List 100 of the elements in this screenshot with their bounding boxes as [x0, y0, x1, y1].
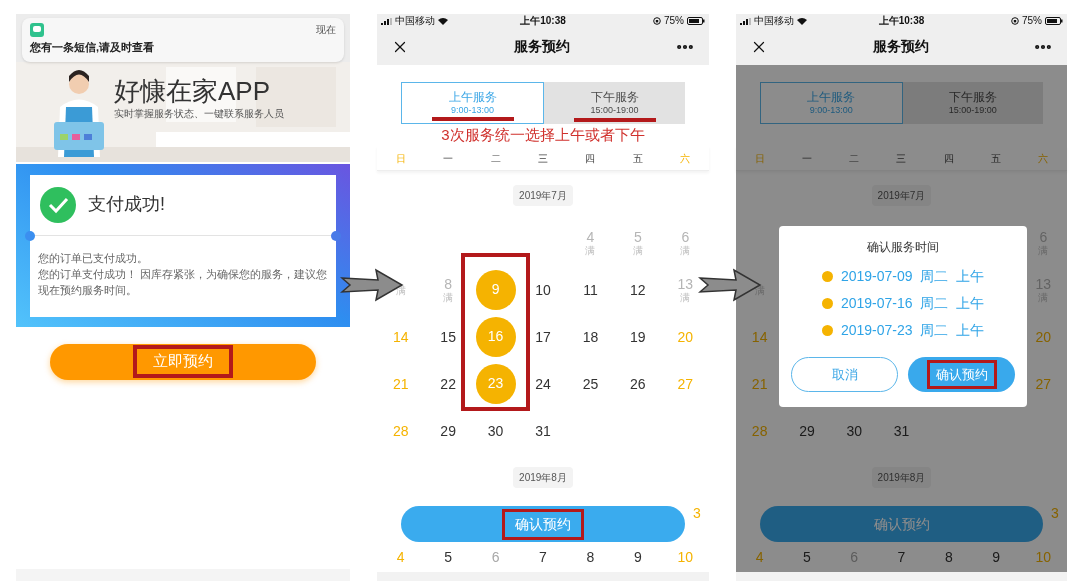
calendar-day[interactable]: 11: [583, 282, 598, 297]
calendar-day[interactable]: 10: [535, 282, 551, 297]
calendar-day[interactable]: 13: [677, 276, 694, 291]
calendar-day[interactable]: 28: [751, 423, 768, 438]
time-tab[interactable]: 上午服务 9:00-13:00: [401, 82, 544, 124]
calendar-day[interactable]: 7: [539, 550, 547, 564]
time-tab[interactable]: 上午服务 9:00-13:00: [760, 82, 903, 124]
weekday-label: 日: [394, 151, 407, 166]
carrier-name: 中国移动: [754, 16, 794, 26]
full-label: 满: [680, 292, 691, 303]
confirm-button[interactable]: 确认预约: [401, 506, 685, 542]
page-title: 服务预约: [514, 37, 570, 56]
calendar-day[interactable]: 18: [582, 329, 599, 344]
calendar-day[interactable]: 12: [630, 282, 646, 297]
weekday-label: 四: [584, 151, 597, 166]
page-title: 服务预约: [872, 37, 929, 56]
month-label: 2019年7月: [871, 184, 932, 206]
calendar-day[interactable]: 27: [677, 376, 694, 391]
calendar-day[interactable]: 4: [396, 550, 405, 564]
calendar-day[interactable]: 17: [535, 329, 551, 344]
weekday-label: 五: [990, 151, 1003, 166]
calendar-day[interactable]: 19: [630, 329, 646, 344]
calendar-day[interactable]: 20: [1035, 329, 1052, 344]
calendar-day[interactable]: 14: [392, 329, 409, 344]
calendar-day[interactable]: 25: [582, 376, 599, 391]
calendar-day[interactable]: 26: [630, 376, 646, 391]
calendar-day[interactable]: 31: [893, 423, 910, 438]
calendar-day[interactable]: 24: [535, 376, 551, 391]
banner-subtitle: 实时掌握服务状态、一键联系服务人员: [114, 106, 285, 121]
wifi-icon: [797, 17, 807, 25]
full-label: 满: [680, 245, 691, 256]
weekday-label: 三: [895, 151, 908, 166]
notification-text: 您有一条短信,请及时查看: [30, 40, 156, 55]
calendar-day[interactable]: 9: [992, 550, 1000, 564]
time-tab[interactable]: 下午服务 15:00-19:00: [544, 82, 685, 124]
clock-time: 上午10:38: [520, 16, 566, 26]
result-message: 您的订单支付成功！ 因库存紧张，为确保您的服务，建议您现在预约服务时间。: [38, 266, 328, 298]
calendar-day[interactable]: 6: [681, 229, 690, 244]
service-time: 2019-07-16 周二 上午: [840, 294, 985, 313]
annotation-note: 3次服务统一选择上午或者下午: [440, 125, 646, 145]
calendar-day[interactable]: 30: [846, 423, 862, 438]
battery-percent: 75%: [1021, 16, 1042, 26]
calendar-day[interactable]: 28: [392, 423, 409, 438]
month-label: 2019年8月: [513, 466, 573, 488]
calendar-day[interactable]: 8: [944, 550, 953, 564]
calendar-day[interactable]: 31: [535, 423, 551, 438]
calendar-day[interactable]: 22: [440, 376, 456, 391]
calendar-day[interactable]: 8: [444, 276, 453, 291]
calendar-day[interactable]: 27: [1035, 376, 1052, 391]
weekday-label: 六: [679, 151, 692, 166]
calendar-day[interactable]: 30: [487, 423, 504, 438]
check-icon: [40, 186, 76, 223]
full-label: 满: [443, 292, 454, 303]
calendar-day[interactable]: 5: [633, 229, 642, 244]
calendar-day[interactable]: 29: [799, 423, 815, 438]
calendar-day[interactable]: 7: [897, 550, 906, 564]
calendar-day[interactable]: 10: [1035, 550, 1052, 564]
result-message: 您的订单已支付成功。: [38, 250, 149, 266]
service-time: 2019-07-09 周二 上午: [840, 267, 985, 286]
calendar-day[interactable]: 29: [440, 423, 456, 438]
calendar-day[interactable]: 9: [633, 550, 642, 564]
result-title: 支付成功!: [88, 193, 165, 216]
weekday-label: 二: [489, 151, 502, 166]
calendar-day[interactable]: 14: [751, 329, 768, 344]
dialog-title: 确认服务时间: [867, 239, 939, 256]
notification-card[interactable]: 现在 您有一条短信,请及时查看: [22, 18, 344, 62]
calendar-day[interactable]: 8: [586, 550, 595, 564]
battery-percent: 75%: [663, 16, 684, 26]
confirm-button[interactable]: 确认预约: [908, 357, 1015, 392]
carrier-name: 中国移动: [395, 16, 435, 26]
weekday-label: 三: [537, 151, 549, 166]
battery-icon: [687, 17, 705, 25]
calendar-day[interactable]: 21: [751, 376, 768, 391]
battery-icon: [1045, 17, 1063, 25]
weekday-label: 一: [442, 151, 455, 166]
month-label: 2019年8月: [871, 466, 932, 488]
wifi-icon: [438, 17, 448, 25]
calendar-day[interactable]: 20: [677, 329, 694, 344]
calendar-day[interactable]: 10: [677, 550, 694, 564]
book-now-button[interactable]: 立即预约: [50, 343, 316, 380]
calendar-day[interactable]: 6: [491, 550, 500, 564]
calendar-day[interactable]: 4: [755, 550, 764, 564]
calendar-day[interactable]: 4: [586, 229, 595, 244]
selected-day[interactable]: 9: [475, 269, 516, 310]
month-label: 2019年7月: [513, 184, 573, 206]
weekday-label: 日: [753, 151, 766, 166]
full-label: 满: [585, 245, 596, 256]
calendar-day[interactable]: 5: [444, 550, 453, 564]
calendar-day[interactable]: 5: [803, 550, 811, 564]
time-tab[interactable]: 下午服务 15:00-19:00: [902, 82, 1043, 124]
calendar-day[interactable]: 21: [392, 376, 409, 391]
calendar-day[interactable]: 3: [1051, 506, 1059, 520]
calendar-day[interactable]: 3: [693, 506, 701, 520]
clock-time: 上午10:38: [878, 16, 925, 26]
notch: [331, 230, 341, 241]
selected-day[interactable]: 23: [475, 363, 516, 404]
calendar-day[interactable]: 15: [440, 329, 456, 344]
confirm-button[interactable]: 确认预约: [760, 506, 1043, 542]
selected-day[interactable]: 16: [475, 316, 516, 357]
service-time: 2019-07-23 周二 上午: [840, 321, 985, 340]
